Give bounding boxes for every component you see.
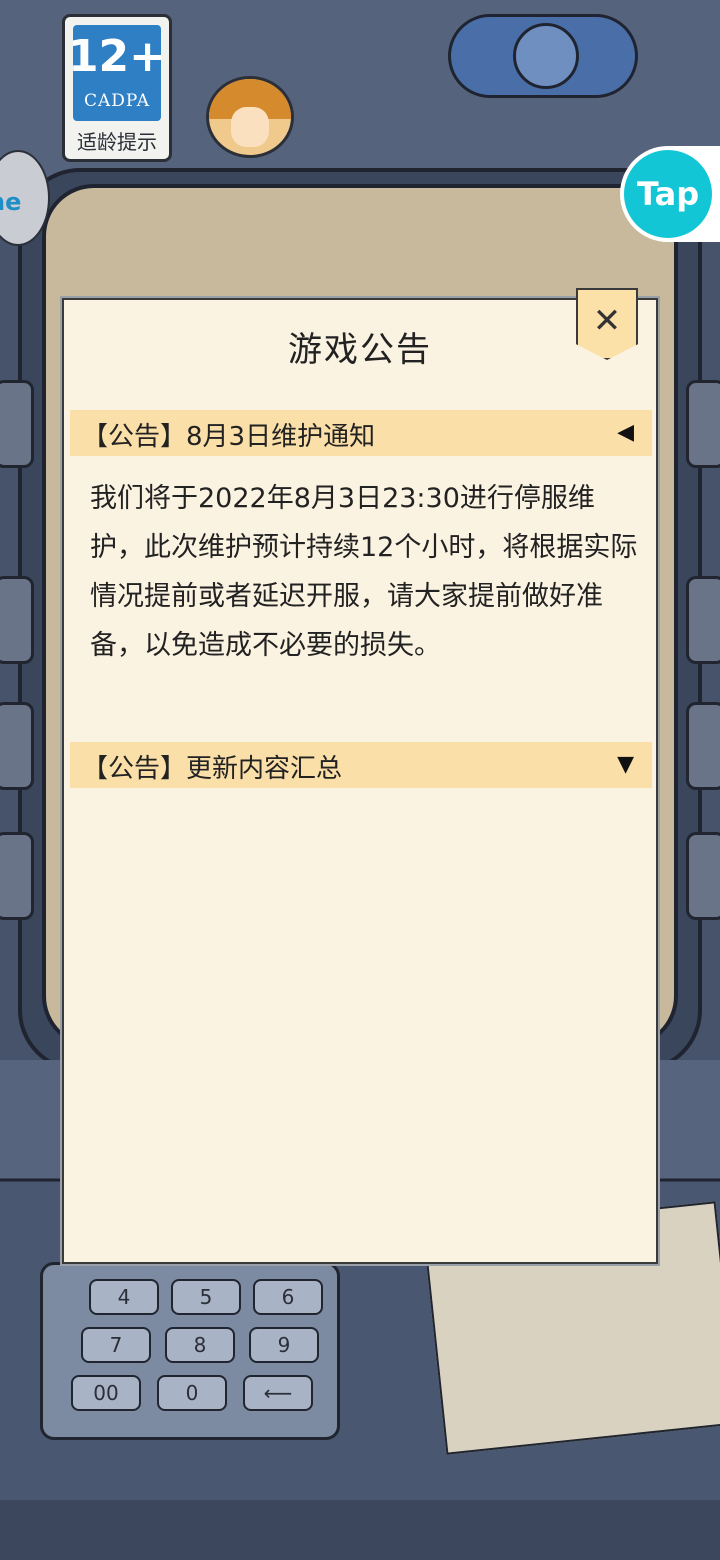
age-rating-badge: 12+ CADPA 适龄提示 [62,14,172,162]
left-side-button-1 [0,380,34,468]
keypad-key: 8 [165,1327,235,1363]
left-side-button-3 [0,702,34,790]
left-side-button-4 [0,832,34,920]
expand-arrow-icon: ▼ [617,752,634,777]
age-rating-number: 12+ [67,31,167,82]
announcement-dialog: 游戏公告 ✕ 【公告】8月3日维护通知 ◀ 我们将于2022年8月3日23:30… [62,288,658,1264]
keypad-key: 6 [253,1279,323,1315]
side-chip-label: ne [0,188,22,216]
taptap-logo-icon: Tap [624,150,712,238]
right-side-button-2 [686,576,720,664]
player-avatar[interactable] [206,76,294,158]
notice-header-maintenance[interactable]: 【公告】8月3日维护通知 ◀ [70,410,652,456]
collapse-arrow-icon: ◀ [617,420,634,445]
camera-decoration [448,14,638,98]
avatar-face [231,107,269,147]
right-side-button-3 [686,702,720,790]
keypad-key: 00 [71,1375,141,1411]
dialog-title: 游戏公告 [288,330,432,370]
left-side-button-2 [0,576,34,664]
right-side-button-4 [686,832,720,920]
right-side-button-1 [686,380,720,468]
camera-lens [513,23,579,89]
notice-title: 【公告】更新内容汇总 [82,754,343,784]
keypad-key: ⟵ [243,1375,313,1411]
age-rating-tip: 适龄提示 [77,130,157,154]
taptap-float-button[interactable]: Tap [620,146,720,242]
notice-header-update-summary[interactable]: 【公告】更新内容汇总 ▼ [70,742,652,788]
notice-body: 我们将于2022年8月3日23:30进行停服维护，此次维护预计持续12个小时，将… [90,483,638,661]
notice-title: 【公告】8月3日维护通知 [82,422,376,452]
keypad-key: 7 [81,1327,151,1363]
keypad-key: 0 [157,1375,227,1411]
keypad-key: 4 [89,1279,159,1315]
atm-keypad: 4 5 6 7 8 9 00 0 ⟵ [40,1262,340,1440]
age-rating-org: CADPA [83,91,151,111]
keypad-key: 9 [249,1327,319,1363]
keypad-key: 5 [171,1279,241,1315]
